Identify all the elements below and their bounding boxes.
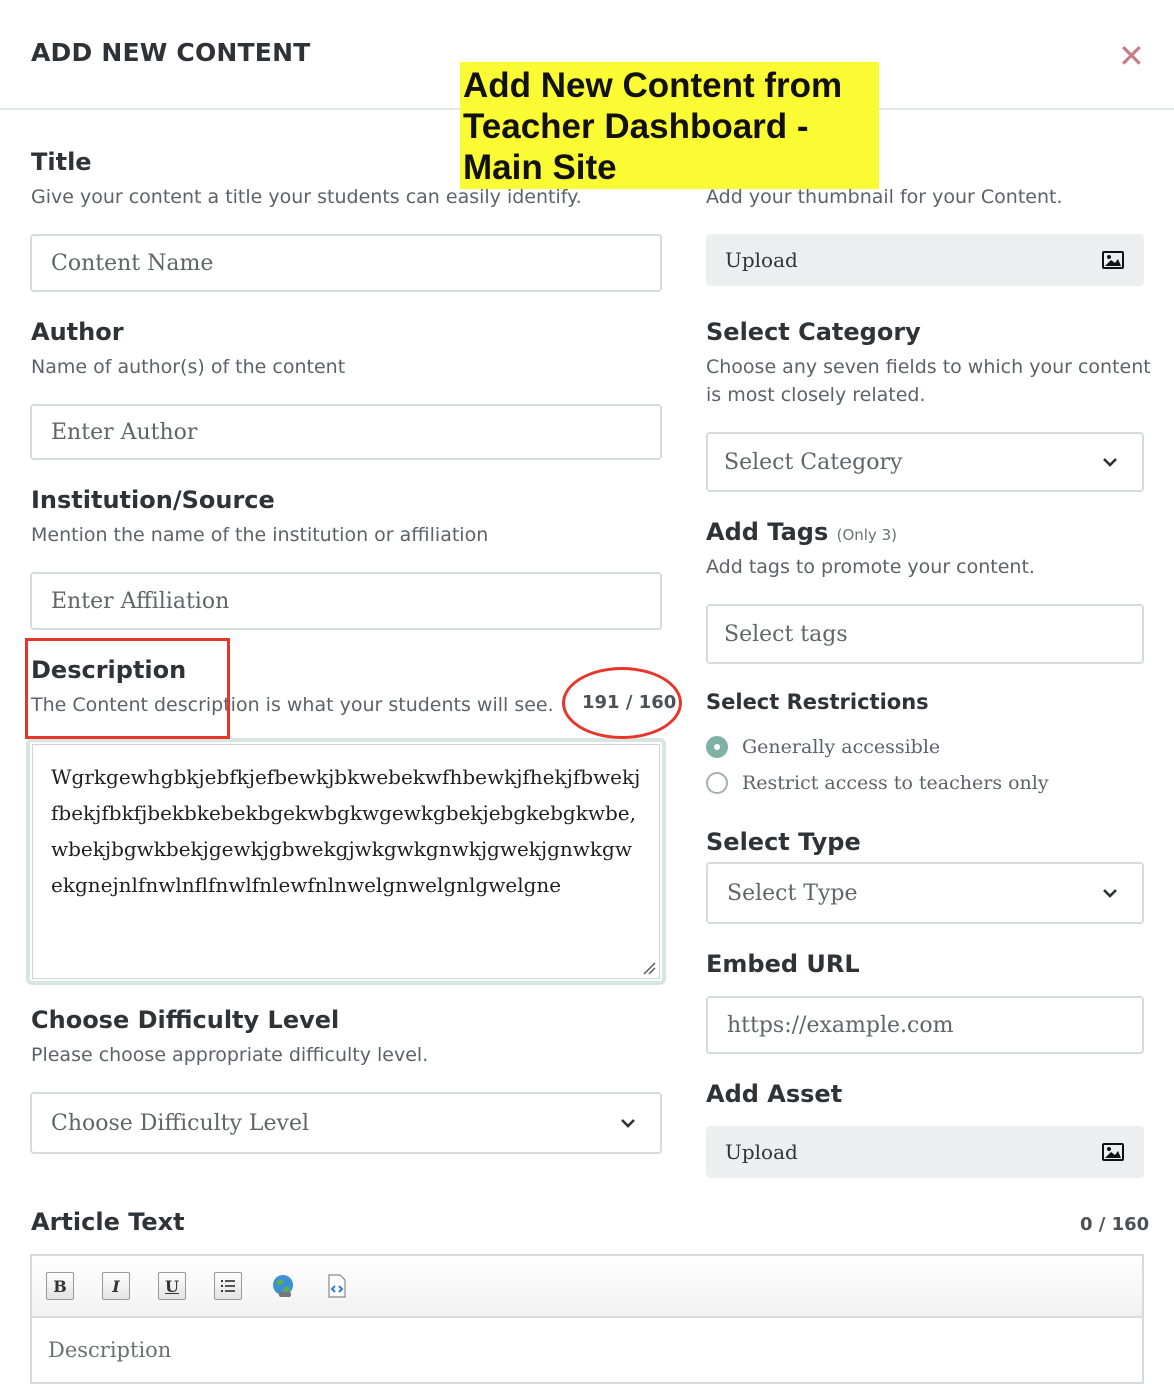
category-help-line1: Choose any seven fields to which your co… [706,356,1151,378]
institution-help: Mention the name of the institution or a… [31,524,489,546]
description-text[interactable]: Wgrkgewhgbkjebfkjefbewkjbkwebekwfhbewkjf… [32,744,660,979]
asset-label: Add Asset [706,1080,843,1108]
link-button[interactable] [270,1273,296,1299]
italic-button[interactable]: I [102,1272,130,1300]
difficulty-select[interactable]: Choose Difficulty Level [30,1092,662,1154]
category-placeholder: Select Category [724,449,903,475]
affiliation-input[interactable]: Enter Affiliation [30,572,662,630]
chevron-down-icon [1103,458,1117,467]
category-help-line2: is most closely related. [706,384,926,406]
bold-button[interactable]: B [46,1272,74,1300]
institution-label: Institution/Source [31,486,275,514]
article-editor[interactable]: B I U Description [30,1254,1144,1384]
article-text-placeholder: Description [48,1338,172,1362]
tags-label-text: Add Tags [706,518,829,546]
restriction-option-label: Restrict access to teachers only [742,772,1049,794]
asset-upload-label: Upload [725,1140,798,1164]
image-icon [1102,1143,1124,1161]
embed-code-button[interactable] [324,1273,350,1299]
embed-url-input[interactable]: https://example.com [706,996,1144,1054]
category-select[interactable]: Select Category [706,432,1144,492]
annotation-line: Add New Content from [463,66,843,105]
embed-url-label: Embed URL [706,950,860,978]
author-label: Author [31,318,124,346]
type-select[interactable]: Select Type [706,862,1144,924]
article-text-counter: 0 / 160 [1080,1214,1150,1235]
type-label: Select Type [706,828,861,856]
annotation-line: Teacher Dashboard - [463,107,809,146]
description-highlight-box [25,638,230,739]
chevron-down-icon [621,1119,635,1128]
author-input[interactable]: Enter Author [30,404,662,460]
restriction-option-label: Generally accessible [742,736,941,758]
annotation-line: Main Site [463,148,617,187]
image-icon [1102,251,1124,269]
tags-help: Add tags to promote your content. [706,556,1035,578]
author-placeholder: Enter Author [51,419,198,445]
list-icon [221,1280,235,1292]
title-label: Title [31,148,92,176]
counter-highlight-ellipse [562,667,682,739]
difficulty-label: Choose Difficulty Level [31,1006,340,1034]
tags-label: Add Tags (Only 3) [706,518,897,546]
globe-link-icon [273,1275,293,1297]
asset-upload-button[interactable]: Upload [706,1126,1144,1178]
underline-button[interactable]: U [158,1272,186,1300]
difficulty-placeholder: Choose Difficulty Level [51,1110,310,1136]
author-help: Name of author(s) of the content [31,356,346,378]
modal-title: ADD NEW CONTENT [31,38,311,67]
editor-toolbar: B I U [32,1256,1142,1318]
description-textarea[interactable]: Wgrkgewhgbkjebfkjefbewkjbkwebekwfhbewkjf… [26,738,666,985]
embed-url-placeholder: https://example.com [727,1012,954,1038]
restriction-option-general[interactable]: Generally accessible [706,736,940,758]
affiliation-placeholder: Enter Affiliation [51,588,230,614]
close-icon[interactable]: ✕ [1118,40,1145,72]
restrictions-label: Select Restrictions [706,690,929,714]
thumbnail-help: Add your thumbnail for your Content. [706,186,1063,208]
restriction-option-teachers[interactable]: Restrict access to teachers only [706,772,1049,794]
annotation-label: Add New Content from Teacher Dashboard -… [460,62,879,189]
content-name-input[interactable]: Content Name [30,234,662,292]
content-name-placeholder: Content Name [51,250,214,276]
code-file-icon [328,1274,346,1298]
article-text-label: Article Text [31,1208,185,1236]
chevron-down-icon [1103,889,1117,898]
thumbnail-upload-label: Upload [725,248,798,272]
tags-placeholder: Select tags [724,621,848,647]
tags-input[interactable]: Select tags [706,604,1144,664]
difficulty-help: Please choose appropriate difficulty lev… [31,1044,429,1066]
radio-selected-icon[interactable] [706,736,728,758]
thumbnail-upload-button[interactable]: Upload [706,234,1144,286]
tags-limit-note: (Only 3) [836,526,897,544]
radio-unselected-icon[interactable] [706,772,728,794]
title-help: Give your content a title your students … [31,186,582,208]
category-label: Select Category [706,318,921,346]
resize-handle-icon[interactable] [642,961,656,975]
list-button[interactable] [214,1272,242,1300]
type-placeholder: Select Type [727,880,858,906]
